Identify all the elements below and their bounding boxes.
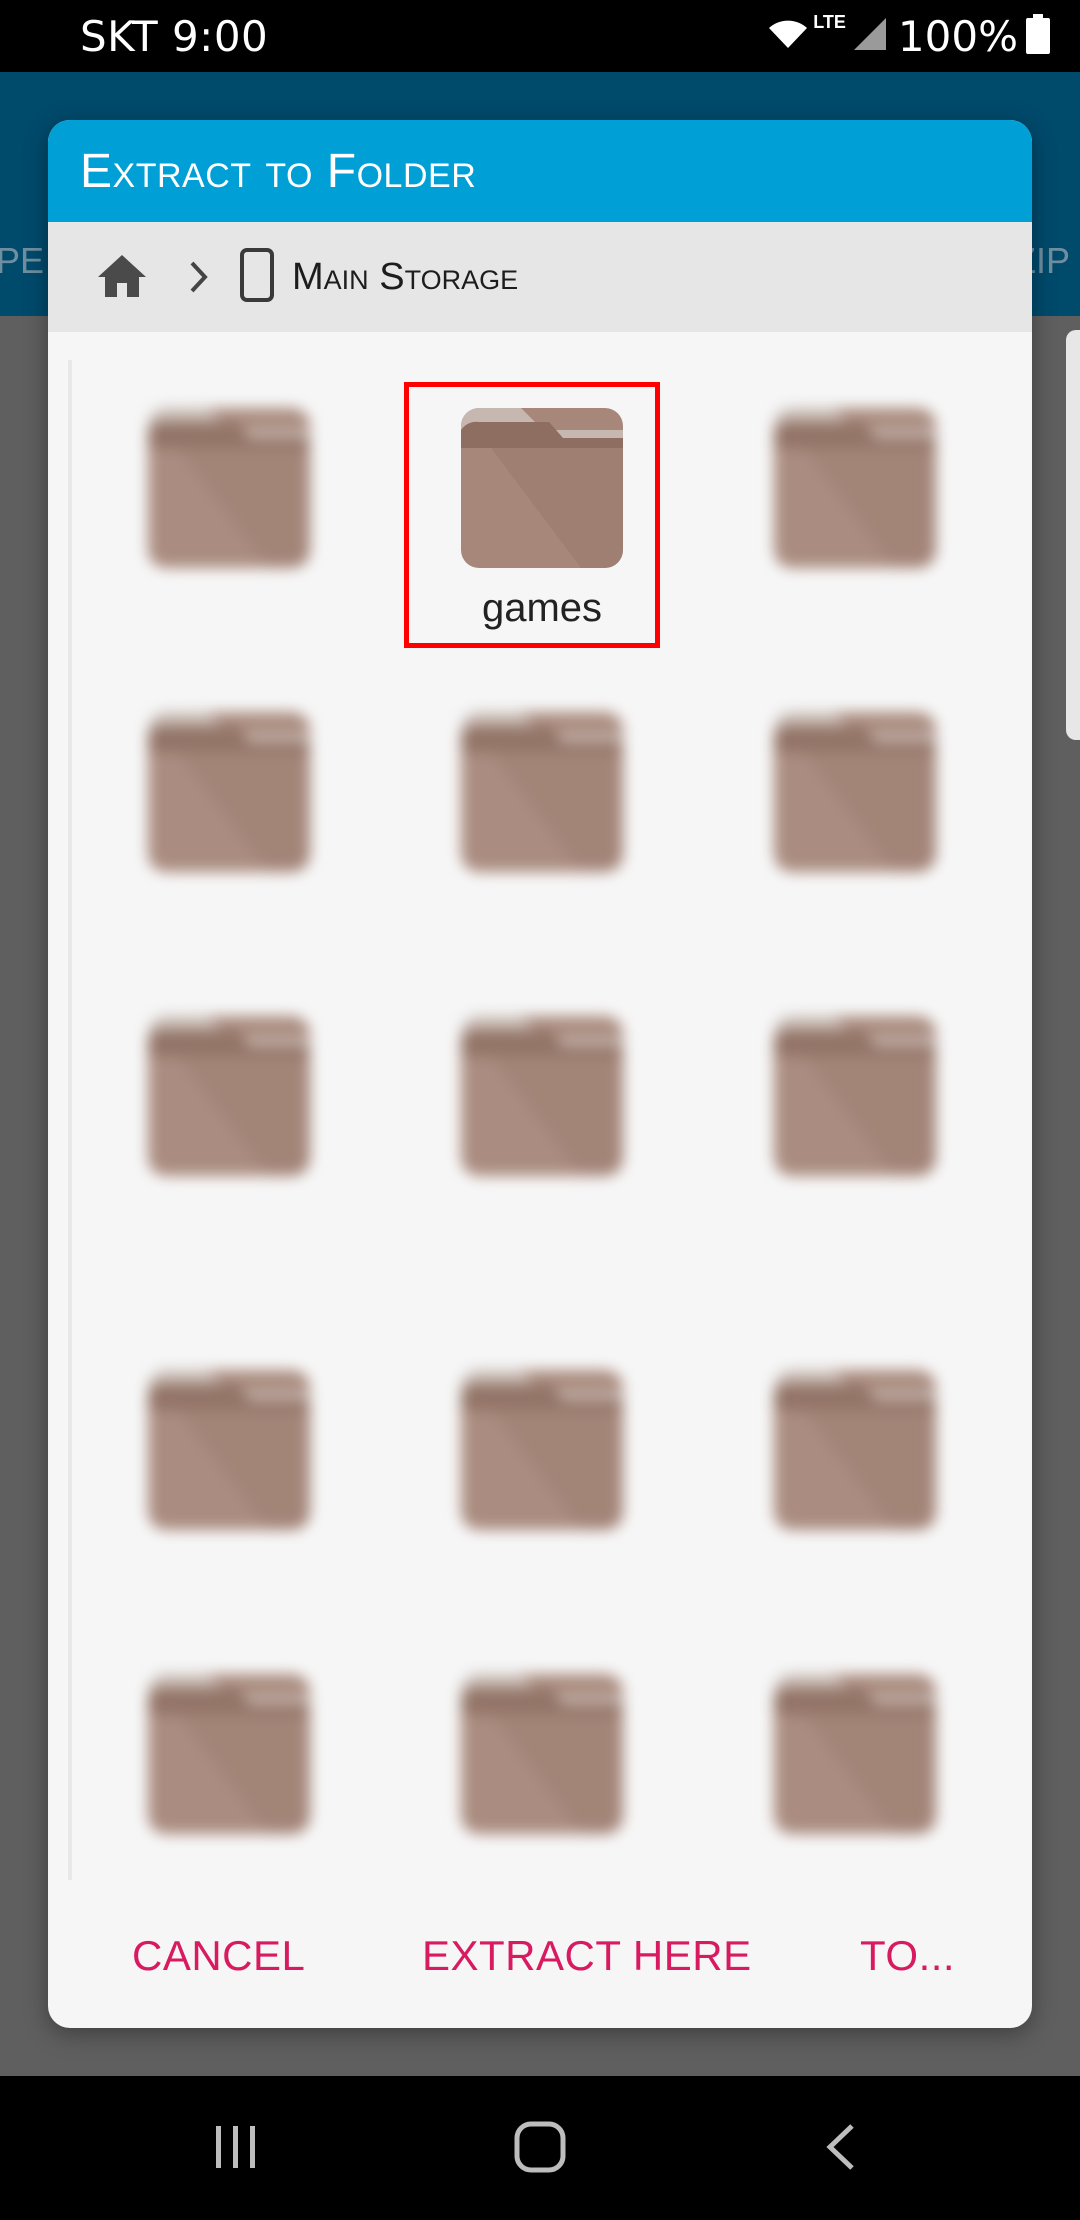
status-carrier-time: SKT 9:00 [80, 12, 269, 61]
status-bar: SKT 9:00 LTE 100% [0, 0, 1080, 72]
navigation-bar [0, 2076, 1080, 2220]
folder-icon [774, 1370, 937, 1530]
breadcrumb: Main Storage [48, 222, 1032, 332]
folder-item[interactable] [385, 1626, 698, 1880]
folder-item[interactable] [385, 968, 698, 1322]
folder-icon [460, 712, 623, 872]
folder-item[interactable] [72, 968, 385, 1322]
folder-icon [147, 1370, 310, 1530]
folder-item[interactable] [385, 1322, 698, 1626]
folder-icon [774, 712, 937, 872]
breadcrumb-location[interactable]: Main Storage [292, 256, 518, 299]
extract-dialog: Extract to Folder Main Storage games CAN… [48, 120, 1032, 2028]
home-button-icon[interactable] [512, 2120, 568, 2179]
signal-icon [852, 16, 888, 57]
folder-grid: games [72, 360, 1012, 1880]
folder-grid-container[interactable]: games [68, 360, 1016, 1880]
folder-icon [774, 1016, 937, 1176]
battery-icon [1026, 13, 1050, 59]
folder-icon [147, 712, 310, 872]
folder-item[interactable] [699, 664, 1012, 968]
chevron-right-icon [188, 260, 210, 294]
folder-icon [460, 1016, 623, 1176]
folder-item[interactable] [72, 664, 385, 968]
folder-item[interactable] [699, 360, 1012, 664]
extract-to-button[interactable]: TO... [860, 1932, 955, 1980]
network-type: LTE [813, 11, 846, 32]
battery-percent: 100% [897, 11, 1018, 61]
extract-here-button[interactable]: EXTRACT HERE [422, 1932, 752, 1980]
folder-item[interactable] [72, 360, 385, 664]
folder-item[interactable] [72, 1322, 385, 1626]
home-icon[interactable] [96, 251, 148, 304]
back-icon[interactable] [822, 2120, 862, 2179]
status-icons: LTE 100% [765, 10, 1050, 62]
dialog-title: Extract to Folder [48, 120, 1032, 222]
recent-apps-icon[interactable] [212, 2120, 260, 2179]
folder-label: games [481, 586, 603, 630]
folder-item[interactable] [699, 968, 1012, 1322]
folder-icon [774, 408, 937, 568]
folder-item[interactable] [385, 664, 698, 968]
cancel-button[interactable]: CANCEL [132, 1932, 305, 1980]
background-tab-left: PE [0, 240, 45, 281]
background-scrollbar [1066, 330, 1080, 740]
folder-icon [460, 1674, 623, 1834]
folder-item[interactable] [72, 1626, 385, 1880]
folder-icon [460, 1370, 623, 1530]
folder-icon [774, 1674, 937, 1834]
dialog-actions: CANCEL EXTRACT HERE TO... [48, 1880, 1032, 2028]
folder-icon [147, 408, 310, 568]
folder-item[interactable]: games [385, 360, 698, 664]
phone-storage-icon [240, 247, 274, 307]
folder-item[interactable] [699, 1626, 1012, 1880]
folder-icon [147, 1016, 310, 1176]
wifi-icon [765, 16, 811, 57]
folder-icon [460, 408, 623, 568]
folder-item[interactable] [699, 1322, 1012, 1626]
folder-icon [147, 1674, 310, 1834]
